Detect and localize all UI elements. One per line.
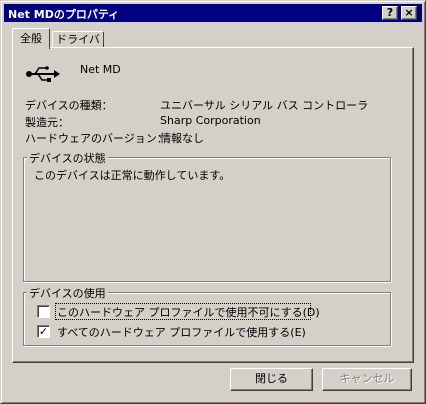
device-status-group: デバイスの状態 このデバイスは正常に動作しています。 [23, 150, 391, 282]
use-all-profiles-checkbox[interactable]: ✓ [37, 325, 50, 338]
general-tab-panel: Net MD デバイスの種類： ユニバーサル シリアル バス コントローラ 製造… [12, 47, 414, 363]
disable-profile-label[interactable]: このハードウェア プロファイルで使用不可にする(D) [57, 304, 320, 320]
use-all-profiles-label[interactable]: すべてのハードウェア プロファイルで使用する(E) [57, 324, 306, 340]
hardware-version-label: ハードウェアのバージョン： [25, 132, 168, 145]
device-status-legend: デバイスの状態 [27, 150, 108, 166]
cancel-button[interactable]: キャンセル [322, 368, 412, 391]
device-usage-legend: デバイスの使用 [27, 285, 108, 301]
tab-general[interactable]: 全般 [12, 28, 50, 49]
help-button[interactable]: ? [382, 6, 398, 20]
device-type-value: ユニバーサル シリアル バス コントローラ [160, 99, 369, 112]
device-type-label: デバイスの種類： [25, 99, 113, 112]
device-name: Net MD [80, 63, 121, 76]
tab-driver[interactable]: ドライバ [52, 31, 104, 48]
manufacturer-label: 製造元： [25, 116, 69, 129]
window-title: Net MDのプロパティ [8, 8, 120, 21]
close-icon[interactable]: × [401, 6, 417, 20]
disable-profile-checkbox[interactable] [37, 305, 50, 318]
hardware-version-value: 情報なし [160, 132, 204, 145]
title-bar[interactable]: Net MDのプロパティ ? × [4, 4, 422, 22]
close-button[interactable]: 閉じる [230, 368, 313, 391]
manufacturer-value: Sharp Corporation [160, 114, 261, 127]
usb-icon [26, 66, 60, 82]
properties-window: Net MDのプロパティ ? × 全般 ドライバ Net MD デバイスの種類：… [0, 0, 426, 404]
device-usage-group: デバイスの使用 このハードウェア プロファイルで使用不可にする(D) ✓ すべて… [23, 285, 391, 346]
device-status-text: このデバイスは正常に動作しています。 [34, 169, 231, 182]
